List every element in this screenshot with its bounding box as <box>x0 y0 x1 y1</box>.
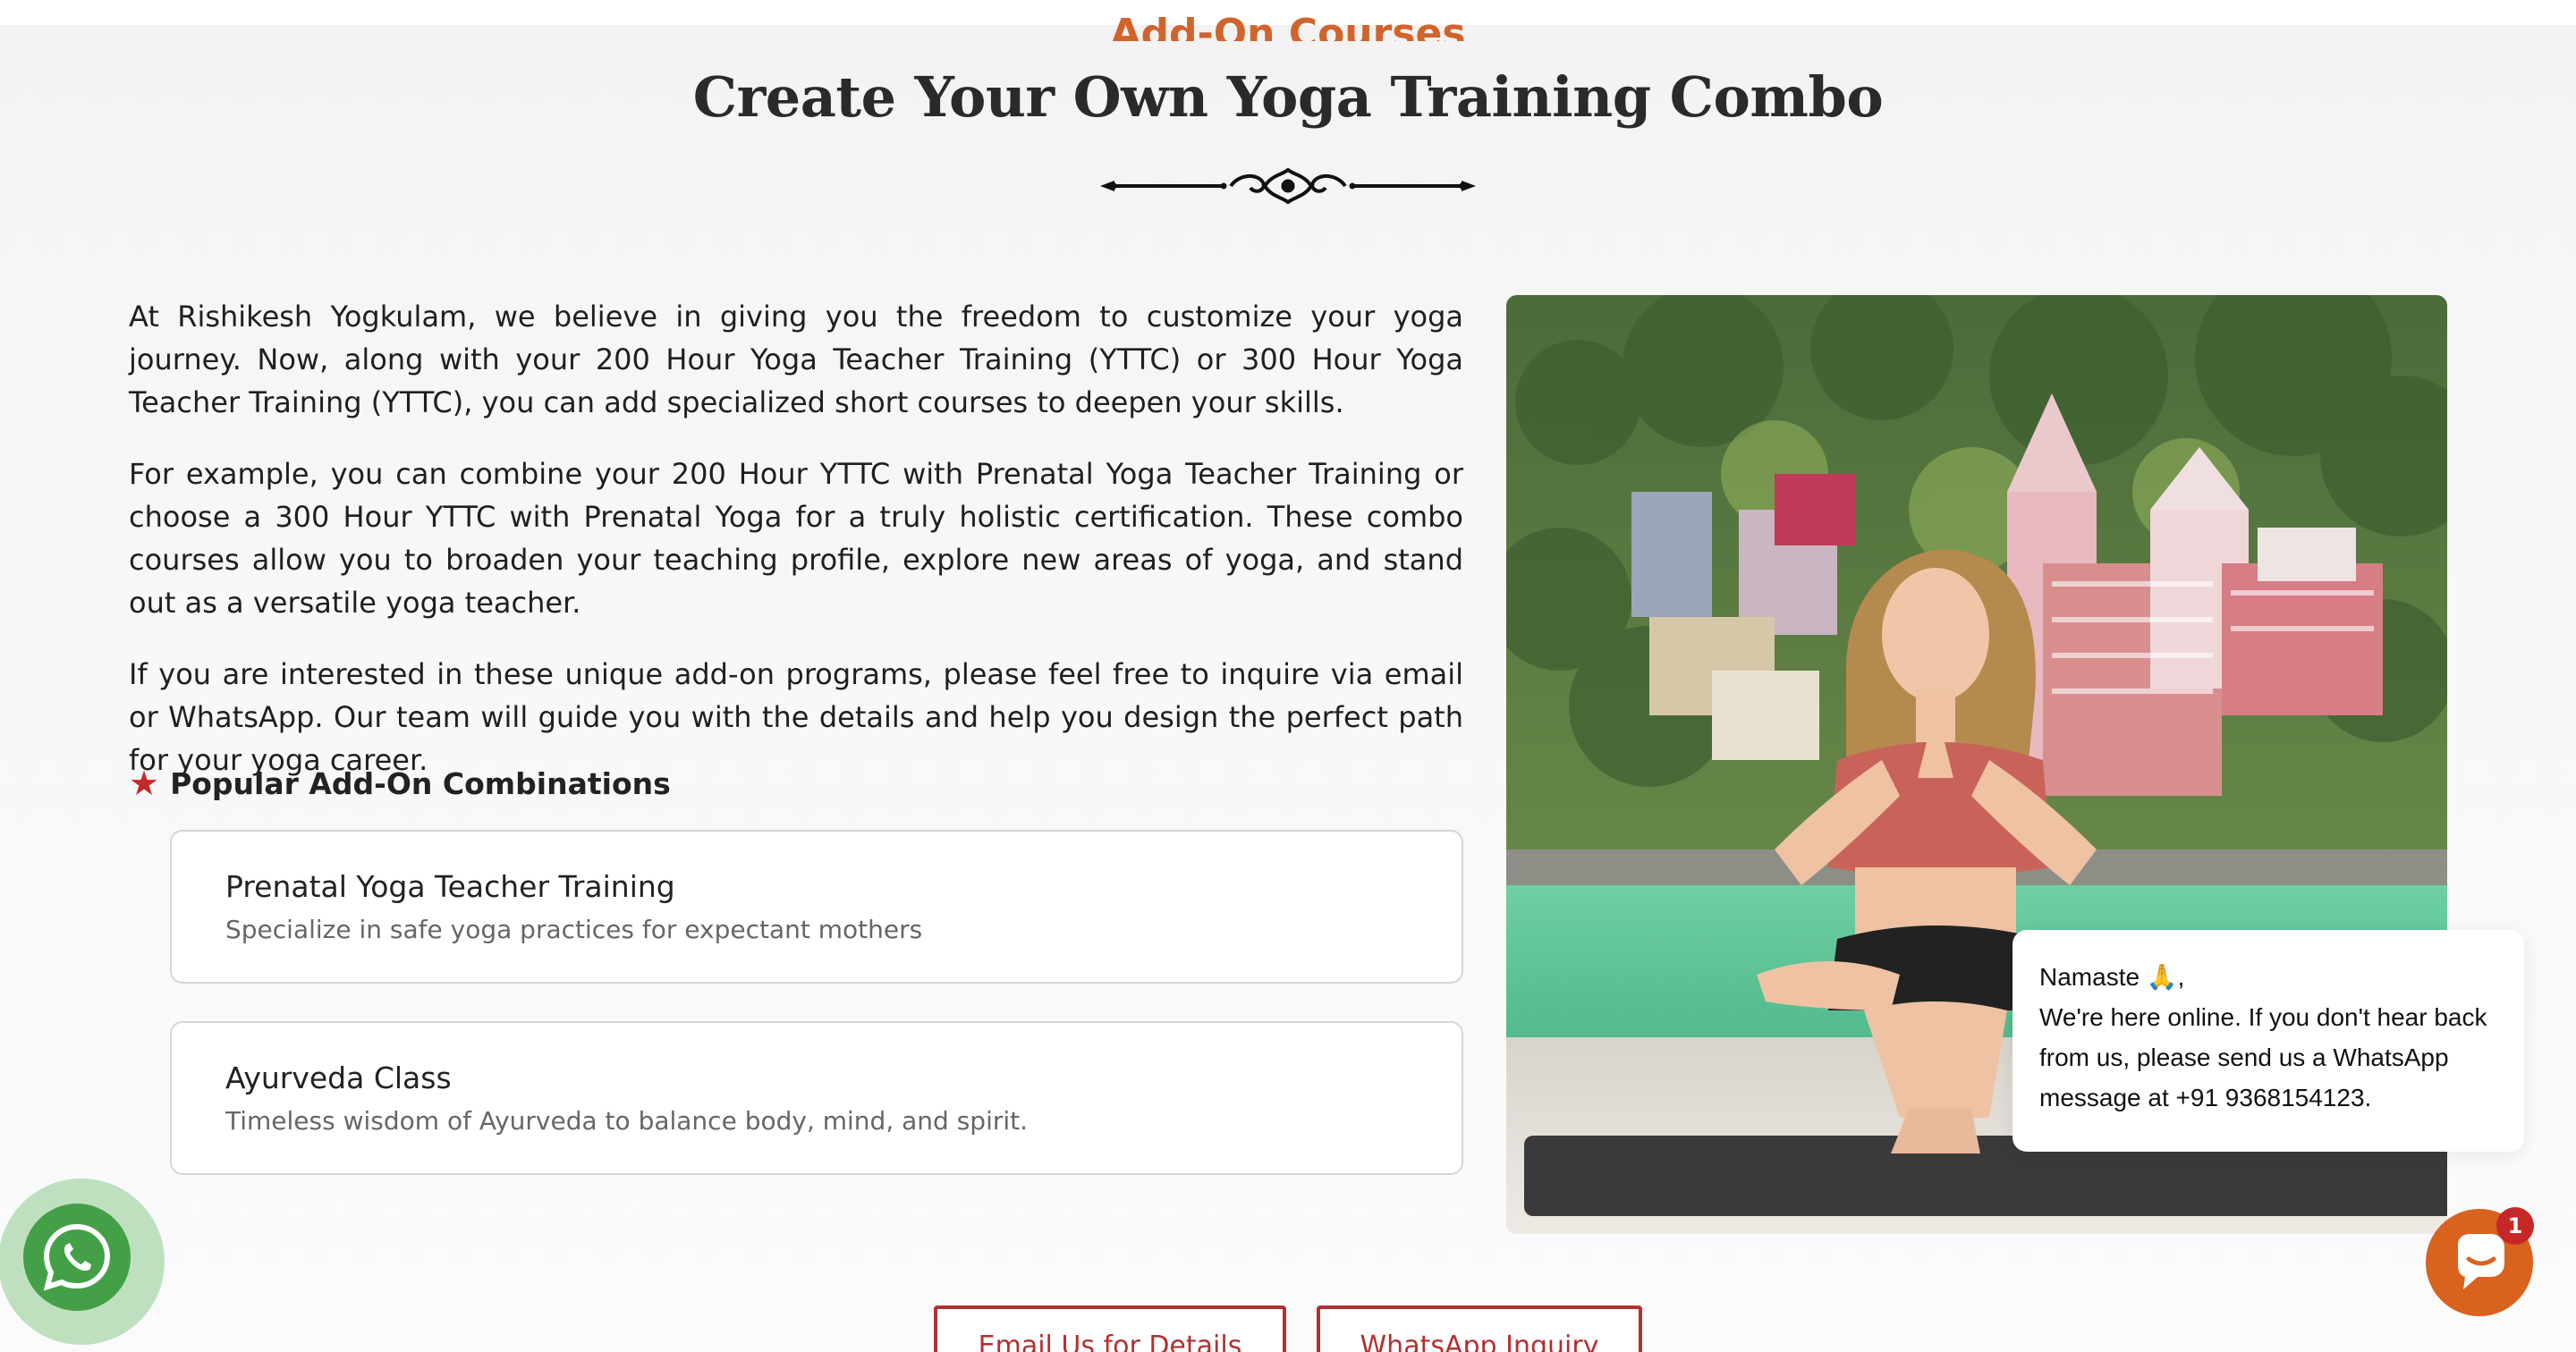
notification-badge: 1 <box>2496 1207 2534 1245</box>
chat-greeting-bubble: Namaste 🙏, We're here online. If you don… <box>2012 930 2524 1152</box>
chat-line: We're here online. If you don't hear bac… <box>2039 1003 2487 1031</box>
section-eyebrow: Add-On Courses <box>1110 11 1466 41</box>
whatsapp-float-button[interactable] <box>0 1179 165 1345</box>
intro-paragraph: If you are interested in these unique ad… <box>129 657 1463 777</box>
addon-card-desc: Specialize in safe yoga practices for ex… <box>225 915 923 944</box>
whatsapp-icon <box>43 1223 111 1291</box>
ornamental-divider-icon <box>1100 167 1476 205</box>
chat-line: Namaste 🙏, <box>2039 963 2185 991</box>
addon-card-title: Prenatal Yoga Teacher Training <box>225 869 675 904</box>
intro-paragraph: For example, you can combine your 200 Ho… <box>129 457 1463 620</box>
intro-paragraph: At Rishikesh Yogkulam, we believe in giv… <box>129 300 1463 419</box>
popular-heading: ★ Popular Add-On Combinations <box>129 764 671 803</box>
chat-line: message at +91 9368154123. <box>2039 1084 2372 1111</box>
addon-card-title: Ayurveda Class <box>225 1060 452 1095</box>
addon-card-desc: Timeless wisdom of Ayurveda to balance b… <box>225 1106 1029 1136</box>
section-title: Create Your Own Yoga Training Combo <box>692 64 1884 130</box>
whatsapp-icon-circle <box>23 1204 131 1311</box>
addon-card-ayurveda[interactable]: Ayurveda Class Timeless wisdom of Ayurve… <box>170 1021 1463 1175</box>
email-details-button[interactable]: Email Us for Details <box>934 1306 1286 1352</box>
star-icon: ★ <box>129 764 160 803</box>
chat-line: from us, please send us a WhatsApp <box>2039 1044 2449 1071</box>
addon-card-prenatal[interactable]: Prenatal Yoga Teacher Training Specializ… <box>170 830 1463 984</box>
popular-heading-label: Popular Add-On Combinations <box>170 765 671 801</box>
intro-text: At Rishikesh Yogkulam, we believe in giv… <box>129 295 1463 810</box>
whatsapp-inquiry-button[interactable]: WhatsApp Inquiry <box>1317 1306 1642 1352</box>
